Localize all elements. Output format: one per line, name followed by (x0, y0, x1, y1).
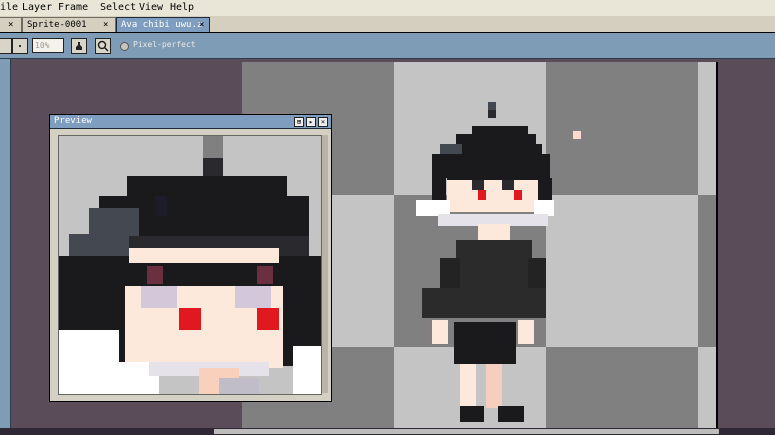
checker-tile (698, 195, 716, 347)
brush-size-input[interactable]: 10% (32, 38, 64, 53)
dot-icon (19, 45, 21, 47)
tab-sprite-0001[interactable]: Sprite-0001 × (22, 17, 116, 32)
pixel-perfect-checkbox[interactable] (120, 42, 129, 51)
preview-scrollbar[interactable] (322, 135, 328, 393)
document-tab-bar: × Sprite-0001 × Ava chibi uwu.z × (0, 16, 775, 33)
tab-close-icon[interactable]: × (103, 19, 108, 31)
menu-file[interactable]: ile (0, 2, 18, 14)
editor-left-border (0, 59, 11, 435)
magnifier-icon (97, 40, 109, 52)
tab-label: Sprite-0001 (27, 20, 87, 30)
checker-tile (546, 195, 698, 347)
tab-close-icon[interactable]: × (199, 19, 204, 31)
tab-close-icon[interactable]: × (8, 19, 13, 31)
tab-ava-chibi[interactable]: Ava chibi uwu.z × (116, 17, 210, 32)
menu-select[interactable]: Select (100, 2, 136, 14)
preview-play-button[interactable]: ▸ (306, 117, 316, 127)
ink-drop-icon (76, 42, 82, 50)
checker-tile (698, 62, 716, 195)
ink-button[interactable] (71, 38, 87, 54)
pixel-perfect-label: Pixel-perfect (133, 40, 196, 49)
context-bar: 10% Pixel-perfect (0, 33, 775, 59)
checker-tile (546, 347, 698, 428)
horizontal-scrollbar-thumb[interactable] (214, 429, 719, 434)
tab-label: Ava chibi uwu.z (121, 20, 203, 30)
brush-size-decrease-button[interactable] (0, 38, 12, 54)
stray-pixel (573, 131, 581, 139)
brush-size-button[interactable] (12, 38, 28, 54)
preview-options-button[interactable]: ⊞ (294, 117, 304, 127)
tab-document-1[interactable]: × (0, 17, 22, 32)
preview-close-button[interactable]: × (318, 117, 328, 127)
preview-title: Preview (54, 116, 92, 126)
checker-tile (698, 347, 716, 428)
menu-view[interactable]: View (139, 2, 163, 14)
menu-layer[interactable]: Layer (22, 2, 52, 14)
menu-help[interactable]: Help (170, 2, 194, 14)
preview-viewport[interactable] (58, 135, 322, 395)
preview-window[interactable]: Preview ⊞ ▸ × (49, 114, 332, 402)
menu-bar: ile Layer Frame Select View Help (0, 0, 775, 16)
preview-titlebar[interactable]: Preview ⊞ ▸ × (50, 115, 331, 129)
checker-tile (546, 62, 698, 195)
menu-frame[interactable]: Frame (58, 2, 88, 14)
pixel-perfect-options-button[interactable] (95, 38, 111, 54)
